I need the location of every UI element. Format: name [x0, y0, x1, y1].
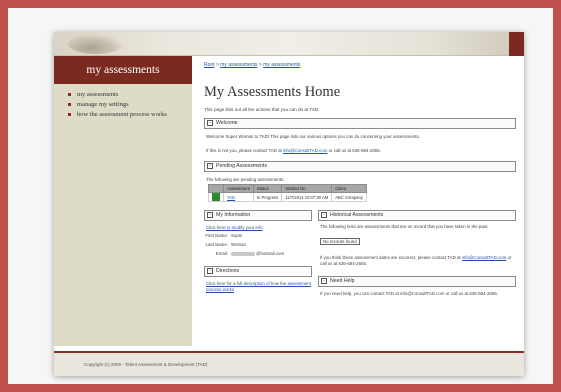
table-row: TAD In Progress 11/7/2014 10:07:30 AM AB… — [208, 192, 367, 202]
sidebar-title: my assessments — [54, 56, 192, 84]
breadcrumb: Root > my assessments > my assessments — [204, 62, 516, 68]
row-status-cell — [208, 192, 224, 202]
page-intro: This page lists out all the actions that… — [204, 107, 320, 112]
pending-section: - Pending Assessments The following are p… — [204, 161, 516, 202]
breadcrumb-separator: > — [215, 62, 219, 68]
historical-note: If you think these assessment dates are … — [318, 255, 516, 267]
collapse-toggle-icon[interactable]: - — [321, 277, 327, 284]
sidebar-item-how-process-works[interactable]: how the assessment process works — [68, 110, 192, 120]
welcome-contact: If this is not you, please contact TAD a… — [204, 148, 516, 154]
redacted-email-blur — [231, 251, 255, 256]
historical-email-link[interactable]: info@ConsultTAD.com — [462, 255, 506, 260]
main-content: Root > my assessments > my assessments M… — [204, 56, 516, 346]
no-records-box: No records found — [320, 238, 360, 245]
welcome-section: - Welcome Welcome Super Woman to TAD! Thi… — [204, 118, 516, 154]
banner-accent-band — [509, 32, 524, 56]
collapse-toggle-icon[interactable]: - — [207, 267, 213, 274]
header-banner — [54, 32, 524, 56]
column-header: Client — [331, 184, 367, 193]
welcome-heading: Welcome — [216, 120, 238, 126]
in-progress-marker-icon — [212, 193, 220, 201]
email-row: Email: @hotmail.com — [204, 249, 312, 258]
collapse-toggle-icon[interactable]: - — [207, 119, 213, 126]
help-heading: Need Help — [330, 278, 355, 284]
sidebar-item-label: manage my settings — [77, 101, 129, 108]
last-name-row: Last Name: Woman — [204, 240, 312, 249]
column-header: Status — [252, 184, 283, 193]
historical-note-prefix: If you think these assessment dates are … — [320, 255, 461, 260]
first-name-row: First Name: Supm — [204, 231, 312, 240]
screenshot-frame: my assessments my assessments manage my … — [0, 0, 561, 392]
bullet-icon — [68, 93, 71, 96]
historical-header[interactable]: - Historical Assessments — [318, 210, 516, 221]
started-on-cell: 11/7/2014 10:07:30 AM — [281, 192, 333, 202]
page-title: My Assessments Home — [204, 84, 341, 100]
left-column: - My Information Click here to modify you… — [204, 210, 312, 293]
collapse-toggle-icon[interactable]: - — [207, 162, 213, 169]
welcome-message: Welcome Super Woman to TAD! This page li… — [206, 134, 420, 139]
contact-prefix: If this is not you, please contact TAD a… — [206, 148, 282, 153]
page-window: my assessments my assessments manage my … — [54, 32, 524, 376]
my-info-header[interactable]: - My Information — [204, 210, 312, 221]
footer: Copyright (c) 2009 - Talent Assessment &… — [54, 351, 524, 376]
column-header: Assessment — [223, 184, 254, 193]
sidebar-item-label: my assessments — [77, 91, 119, 98]
assessment-link[interactable]: TAD — [227, 195, 235, 200]
collapse-toggle-icon[interactable]: - — [207, 211, 213, 218]
two-column-area: - My Information Click here to modify you… — [204, 210, 516, 330]
assessment-cell: TAD — [223, 192, 254, 202]
column-header: Started On — [281, 184, 333, 193]
email-value: @hotmail.com — [256, 251, 285, 256]
directions-header[interactable]: - Directions — [204, 266, 312, 277]
status-cell: In Progress — [252, 192, 283, 202]
bullet-icon — [68, 103, 71, 106]
contact-suffix: or call us at 636-684-2655. — [328, 148, 381, 153]
banner-swirl-graphic — [68, 34, 124, 54]
historical-intro: The following links are assessments that… — [320, 224, 489, 229]
email-label: Email: — [215, 251, 228, 256]
first-name-label: First Name: — [205, 233, 228, 238]
last-name-label: Last Name: — [205, 242, 228, 247]
table-header-row: Assessment Status Started On Client — [208, 184, 367, 193]
pending-heading: Pending Assessments — [216, 163, 268, 169]
collapse-toggle-icon[interactable]: - — [321, 211, 327, 218]
sidebar-item-my-assessments[interactable]: my assessments — [68, 90, 192, 100]
contact-email-link[interactable]: info@ConsultTAD.com — [283, 148, 327, 153]
right-column: - Historical Assessments The following li… — [318, 210, 516, 297]
first-name-value: Supm — [231, 233, 243, 238]
sidebar-item-manage-settings[interactable]: manage my settings — [68, 100, 192, 110]
sidebar-item-label: how the assessment process works — [77, 111, 167, 118]
historical-heading: Historical Assessments — [330, 212, 384, 218]
directions-link[interactable]: Click here for a full description of how… — [206, 281, 311, 292]
client-cell: ABC Company — [331, 192, 367, 202]
sidebar-menu: my assessments manage my settings how th… — [54, 84, 192, 120]
breadcrumb-root-link[interactable]: Root — [204, 62, 215, 68]
bullet-icon — [68, 113, 71, 116]
breadcrumb-separator: > — [258, 62, 262, 68]
pending-header[interactable]: - Pending Assessments — [204, 161, 516, 172]
modify-info-link[interactable]: Click here to modify your info — [206, 225, 263, 230]
directions-body: Click here for a full description of how… — [204, 281, 312, 293]
help-header[interactable]: - Need Help — [318, 276, 516, 287]
breadcrumb-current[interactable]: my assessments — [263, 62, 300, 68]
directions-heading: Directions — [216, 268, 240, 274]
copyright-text: Copyright (c) 2009 - Talent Assessment &… — [84, 362, 208, 367]
breadcrumb-my-assessments-link[interactable]: my assessments — [220, 62, 257, 68]
last-name-value: Woman — [231, 242, 247, 247]
column-header — [208, 184, 224, 193]
pending-table: Assessment Status Started On Client TAD … — [208, 184, 367, 202]
my-info-heading: My Information — [216, 212, 251, 218]
pending-intro: The following are pending assessments: — [206, 177, 285, 182]
welcome-header[interactable]: - Welcome — [204, 118, 516, 129]
sidebar: my assessments my assessments manage my … — [54, 56, 192, 346]
help-text: If you need help, you can contact TAD at… — [320, 291, 498, 296]
